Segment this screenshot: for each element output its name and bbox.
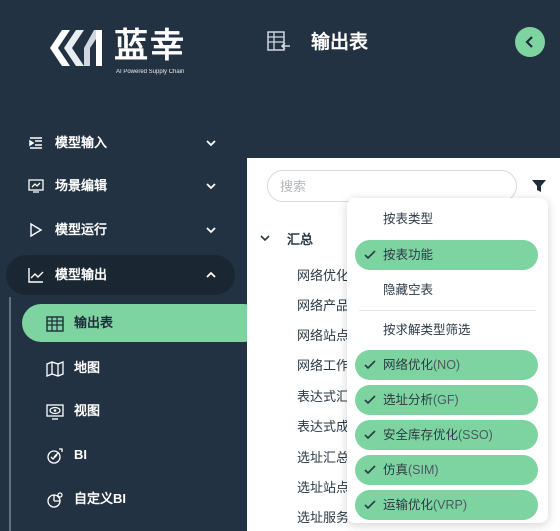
check-icon (364, 430, 376, 440)
table-export-icon (267, 31, 290, 51)
check-icon (364, 500, 376, 510)
play-icon (30, 222, 43, 238)
filter-dropdown: 按表类型 按表功能 隐藏空表 按求解类型筛选 网络优化(NO) 选址分析(GF)… (347, 198, 548, 523)
nav-scenario-edit[interactable]: 场景编辑 (6, 166, 235, 206)
option-by-table-function[interactable]: 按表功能 (355, 240, 538, 270)
chevron-down-icon (206, 227, 216, 234)
page-header: 输出表 (247, 0, 560, 158)
section-label: 按求解类型筛选 (383, 323, 471, 337)
option-hide-empty-tables[interactable]: 隐藏空表 (355, 275, 538, 305)
dropdown-divider (359, 310, 536, 311)
subnav-output-table[interactable]: 输出表 (22, 304, 263, 342)
eye-screen-icon (46, 404, 64, 420)
nav-label: 模型输入 (55, 135, 108, 150)
chevron-left-icon (525, 36, 533, 48)
tree-group-label: 汇总 (287, 232, 314, 247)
chevron-down-icon (206, 140, 216, 147)
option-solver-sim[interactable]: 仿真(SIM) (355, 455, 538, 485)
subnav-map[interactable]: 地图 (22, 349, 263, 387)
logo-mark-icon (50, 30, 102, 66)
chevron-down-icon (206, 183, 216, 190)
brand-tagline: AI Powered Supply Chain (116, 69, 185, 75)
submenu-guide-line (9, 297, 11, 531)
option-label: 仿真(SIM) (383, 463, 439, 477)
option-by-table-type[interactable]: 按表类型 (355, 204, 538, 234)
option-solver-vrp[interactable]: 运输优化(VRP) (355, 490, 538, 520)
subnav-label: 视图 (74, 403, 101, 418)
check-icon (364, 395, 376, 405)
option-label: 选址分析(GF) (383, 393, 459, 407)
check-icon (364, 250, 376, 260)
nav-model-input[interactable]: 模型输入 (6, 123, 235, 163)
table-icon (46, 316, 64, 332)
line-chart-icon (28, 268, 44, 283)
nav-label: 模型输出 (55, 267, 108, 282)
custom-chart-icon (47, 492, 63, 508)
brand-logo: 蓝幸 AI Powered Supply Chain (50, 26, 200, 82)
option-label: 运输优化(VRP) (383, 498, 468, 512)
option-solver-no[interactable]: 网络优化(NO) (355, 350, 538, 380)
sidebar: 蓝幸 AI Powered Supply Chain 模型输入 场景编辑 模型运… (0, 0, 263, 531)
nav-label: 模型运行 (55, 222, 108, 237)
search-input[interactable] (280, 171, 510, 201)
subnav-label: 输出表 (74, 315, 114, 330)
nav-model-output[interactable]: 模型输出 (6, 255, 235, 295)
option-label: 隐藏空表 (383, 283, 434, 297)
option-label: 按表功能 (383, 248, 434, 262)
indent-list-icon (29, 137, 42, 149)
chevron-up-icon (206, 271, 216, 278)
map-icon (46, 361, 64, 377)
subnav-label: BI (74, 447, 87, 462)
option-label: 按表类型 (383, 212, 434, 226)
nav-label: 场景编辑 (55, 178, 108, 193)
nav-model-run[interactable]: 模型运行 (6, 210, 235, 250)
check-icon (364, 360, 376, 370)
chart-monitor-icon (28, 179, 44, 193)
subnav-custom-bi[interactable]: 自定义BI (22, 480, 263, 518)
collapse-back-button[interactable] (515, 27, 545, 57)
option-solver-sso[interactable]: 安全库存优化(SSO) (355, 420, 538, 450)
chart-check-icon (47, 448, 63, 464)
check-icon (364, 465, 376, 475)
option-label: 安全库存优化(SSO) (383, 428, 493, 442)
subnav-view[interactable]: 视图 (22, 392, 263, 430)
brand-name: 蓝幸 (114, 26, 186, 66)
option-label: 网络优化(NO) (383, 358, 461, 372)
subnav-label: 自定义BI (74, 491, 127, 506)
chevron-down-icon (260, 235, 270, 242)
subnav-label: 地图 (74, 360, 101, 375)
subnav-bi[interactable]: BI (22, 436, 263, 474)
section-heading: 按求解类型筛选 (355, 315, 538, 345)
filter-icon[interactable] (531, 178, 547, 194)
option-solver-gf[interactable]: 选址分析(GF) (355, 385, 538, 415)
page-title: 输出表 (311, 32, 369, 53)
